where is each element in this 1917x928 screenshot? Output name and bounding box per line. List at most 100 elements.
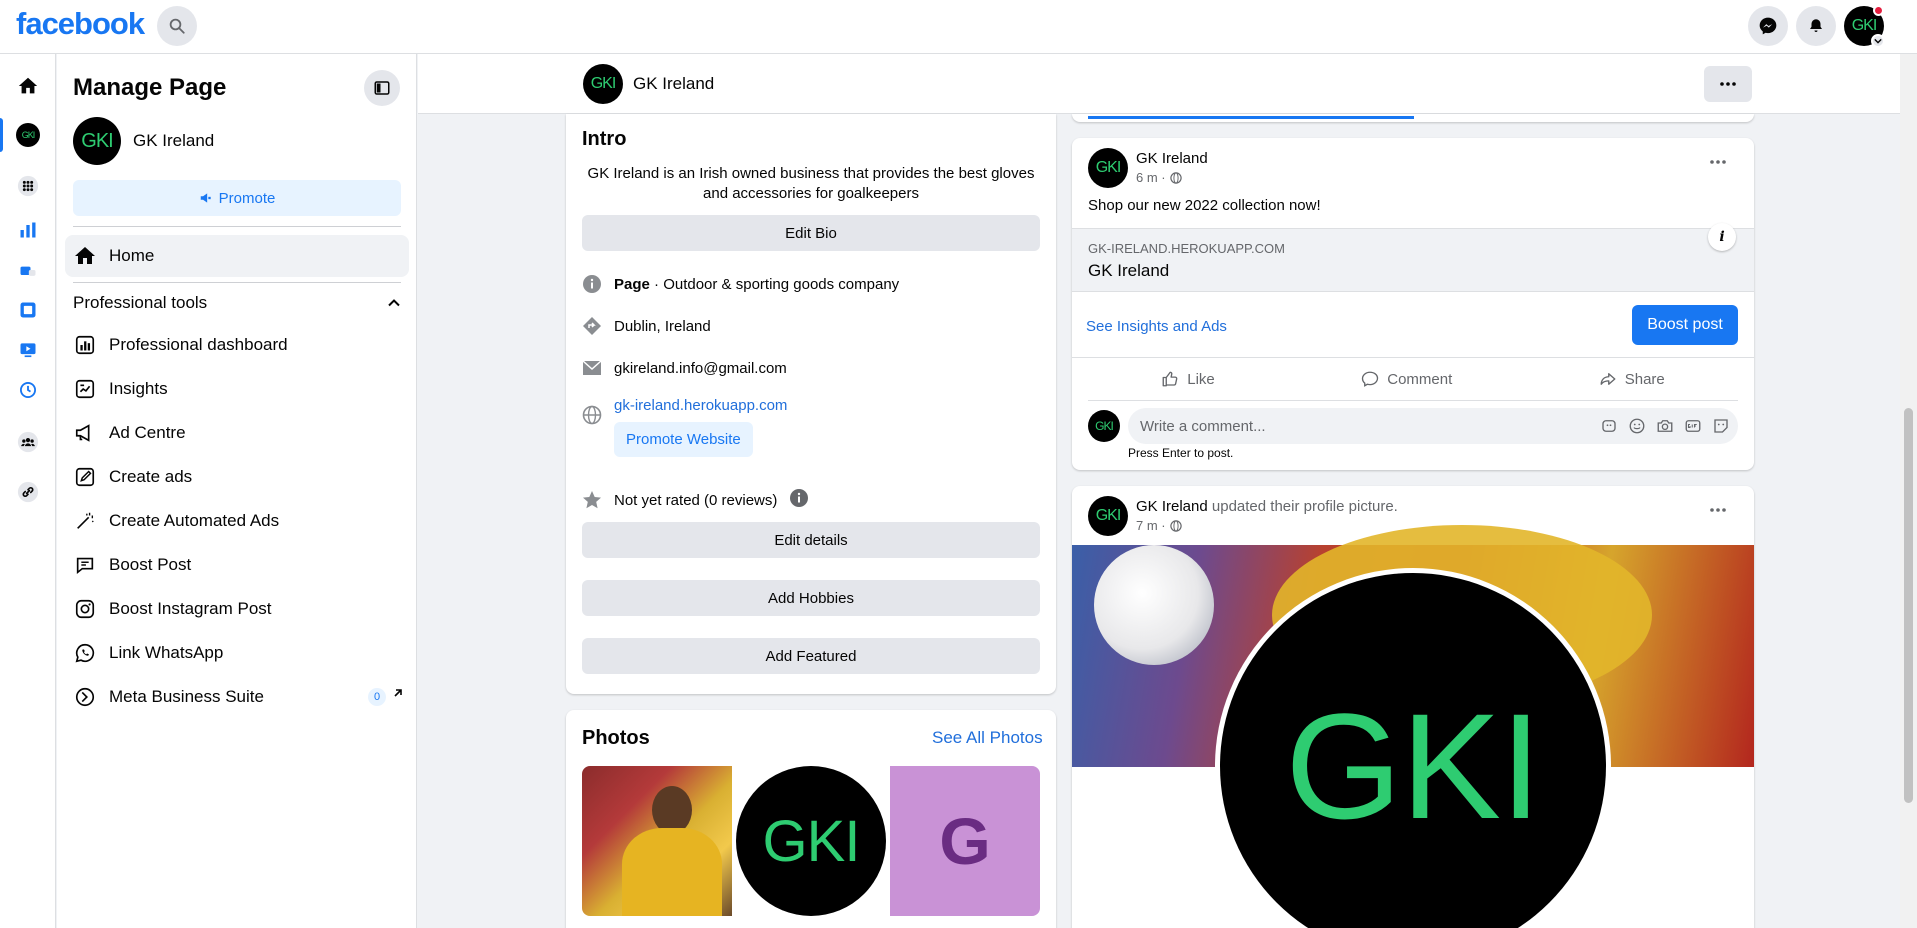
notifications-button[interactable]	[1796, 6, 1836, 46]
search-icon	[169, 18, 185, 34]
add-featured-button[interactable]: Add Featured	[582, 638, 1040, 674]
video-icon	[20, 343, 36, 358]
promote-label: Promote	[218, 189, 276, 207]
header-page-identity[interactable]: GKI GK Ireland	[583, 64, 714, 104]
sidebar-item-meta-business-suite[interactable]: Meta Business Suite 0	[73, 679, 402, 715]
location-icon	[582, 316, 602, 336]
megaphone-icon	[200, 193, 211, 203]
home-icon	[75, 247, 95, 264]
page-selector[interactable]: GKI GK Ireland	[73, 117, 214, 165]
post-options-button[interactable]	[1700, 492, 1736, 528]
post-author[interactable]: GK Ireland	[1136, 150, 1208, 167]
tab-strip	[1072, 114, 1754, 122]
insights-icon	[73, 377, 97, 401]
ad-icon	[20, 266, 36, 276]
promote-website-button[interactable]: Promote Website	[614, 422, 753, 457]
rail-home[interactable]	[14, 72, 42, 100]
link-domain: GK-IRELAND.HEROKUAPP.COM	[1088, 241, 1285, 256]
rail-insights[interactable]	[14, 216, 42, 244]
like-button[interactable]: Like	[1161, 370, 1215, 388]
post-time[interactable]: 6 m ·	[1136, 170, 1166, 185]
email-text[interactable]: gkireland.info@gmail.com	[614, 360, 787, 377]
post-action-text: updated their profile picture.	[1207, 498, 1398, 515]
website-link[interactable]: gk-ireland.herokuapp.com	[614, 397, 787, 414]
sidebar-item-boost-instagram-post[interactable]: Boost Instagram Post	[73, 591, 401, 627]
rail-video[interactable]	[14, 336, 42, 364]
avatar-initials: GKI	[1851, 17, 1878, 34]
header-more-button[interactable]	[1704, 66, 1752, 102]
tools-heading: Professional tools	[73, 293, 208, 312]
link-preview[interactable]: GK-IRELAND.HEROKUAPP.COM GK Ireland i	[1072, 223, 1754, 292]
photo-goalkeeper[interactable]	[582, 766, 732, 916]
rating-info-icon[interactable]	[789, 488, 809, 512]
sidebar-toggle-icon	[374, 81, 390, 95]
camera-icon[interactable]	[1656, 417, 1674, 435]
like-label: Like	[1187, 370, 1215, 388]
rail-links[interactable]	[14, 478, 42, 506]
comment-placeholder: Write a comment...	[1140, 418, 1266, 435]
avatar-sticker-icon[interactable]	[1600, 417, 1618, 435]
sidebar-item-create-ads[interactable]: Create ads	[73, 459, 401, 495]
football-graphic	[1094, 545, 1214, 665]
rail-content[interactable]	[14, 296, 42, 324]
scrollbar-thumb[interactable]	[1904, 408, 1913, 803]
comment-label: Comment	[1387, 370, 1453, 388]
rail-groups[interactable]	[14, 428, 42, 456]
gif-icon[interactable]	[1684, 417, 1702, 435]
external-link-icon[interactable]	[391, 685, 405, 705]
professional-tools-toggle[interactable]: Professional tools	[73, 293, 401, 313]
link-icon	[17, 481, 39, 503]
see-insights-link[interactable]: See Insights and Ads	[1086, 318, 1227, 335]
post-time[interactable]: 7 m ·	[1136, 518, 1166, 533]
sidebar-item-home[interactable]: Home	[65, 235, 409, 277]
page-avatar-text: GKI	[81, 129, 113, 152]
rail-menu[interactable]	[14, 172, 42, 200]
sidebar-item-link-whatsapp[interactable]: Link WhatsApp	[73, 635, 401, 671]
search-button[interactable]	[157, 6, 197, 46]
post-options-button[interactable]	[1700, 144, 1736, 180]
sidebar-item-insights[interactable]: Insights	[73, 371, 401, 407]
page-name: GK Ireland	[133, 131, 215, 150]
location-row: Dublin, Ireland	[582, 316, 711, 336]
rail-activity[interactable]	[14, 376, 42, 404]
info-icon[interactable]: i	[1708, 223, 1736, 251]
notification-dot	[1873, 5, 1884, 16]
post-avatar[interactable]: GKI	[1088, 496, 1128, 536]
facebook-logo[interactable]: facebook	[16, 6, 145, 42]
messenger-button[interactable]	[1748, 6, 1788, 46]
header-avatar-text: GKI	[590, 75, 617, 92]
globe-icon	[1169, 171, 1182, 184]
sidebar-item-create-automated-ads[interactable]: Create Automated Ads	[73, 503, 401, 539]
info-icon	[582, 274, 602, 294]
photo-figure-head	[652, 786, 692, 834]
collapse-panel-button[interactable]	[364, 70, 400, 106]
see-all-photos-link[interactable]: See All Photos	[932, 728, 1043, 748]
rail-page-avatar[interactable]: GKI	[14, 121, 42, 149]
comment-button[interactable]: Comment	[1361, 370, 1452, 388]
post-meta: 6 m ·	[1136, 170, 1182, 185]
post-author[interactable]: GK Ireland	[1136, 498, 1208, 515]
sticker-icon[interactable]	[1712, 417, 1730, 435]
edit-bio-button[interactable]: Edit Bio	[582, 215, 1040, 251]
comment-tools	[1600, 417, 1730, 435]
rail-ads[interactable]	[14, 256, 42, 284]
globe-icon	[1169, 519, 1182, 532]
photo-letter-g[interactable]: G	[890, 766, 1040, 916]
emoji-icon[interactable]	[1628, 417, 1646, 435]
sidebar-item-ad-centre[interactable]: Ad Centre	[73, 415, 401, 451]
promote-button[interactable]: Promote	[73, 180, 401, 216]
add-hobbies-button[interactable]: Add Hobbies	[582, 580, 1040, 616]
comment-input[interactable]: Write a comment...	[1128, 408, 1738, 444]
account-menu-button[interactable]	[1871, 34, 1885, 48]
sidebar-item-professional-dashboard[interactable]: Professional dashboard	[73, 327, 401, 363]
post-avatar[interactable]: GKI	[1088, 148, 1128, 188]
share-button[interactable]: Share	[1599, 370, 1665, 388]
photo-gki-logo[interactable]: GKI	[736, 766, 886, 916]
share-label: Share	[1624, 370, 1665, 388]
sidebar-item-boost-post[interactable]: Boost Post	[73, 547, 401, 583]
boost-post-button[interactable]: Boost post	[1632, 305, 1738, 345]
rating-text: Not yet rated (0 reviews)	[614, 491, 778, 509]
boost-post-icon	[73, 553, 97, 577]
page-avatar-small: GKI	[16, 123, 40, 147]
edit-details-button[interactable]: Edit details	[582, 522, 1040, 558]
